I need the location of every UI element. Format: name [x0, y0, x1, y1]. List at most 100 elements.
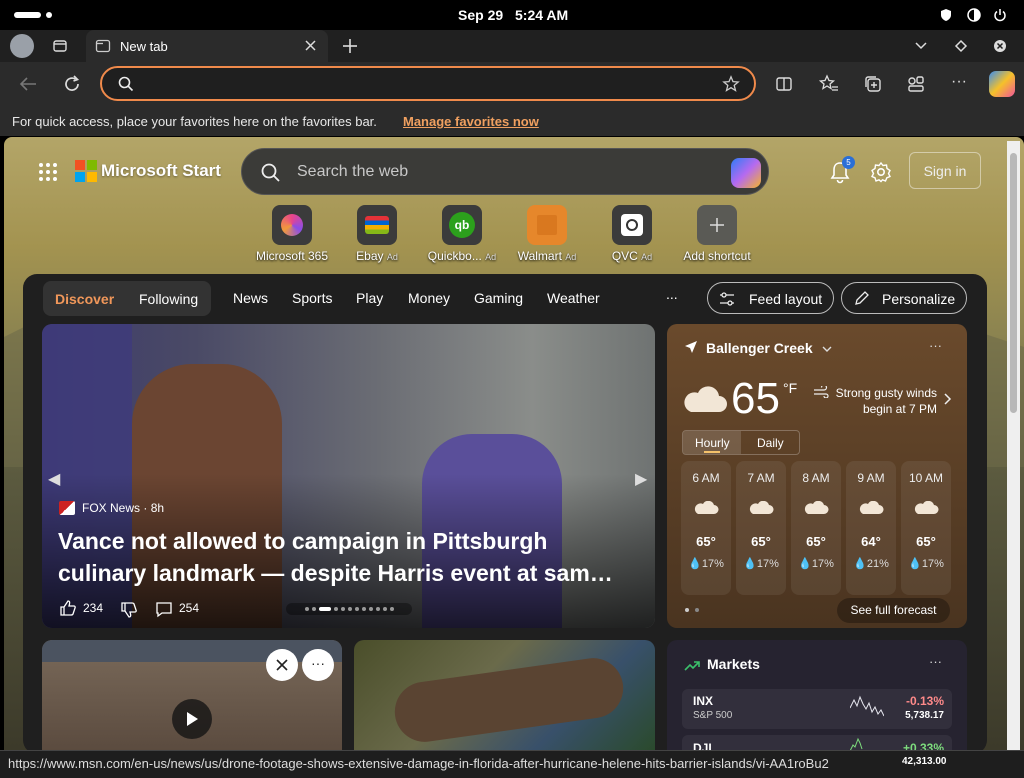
tab-following[interactable]: Following	[139, 291, 198, 307]
markets-more-icon[interactable]: ···	[929, 654, 942, 669]
chevron-down-icon[interactable]	[821, 342, 833, 360]
nav-sports[interactable]: Sports	[292, 290, 332, 306]
tab-new-tab[interactable]: New tab	[86, 30, 328, 62]
market-symbol: INX	[693, 694, 714, 708]
hero-headline[interactable]: Vance not allowed to campaign in Pittsbu…	[58, 525, 613, 589]
markets-card[interactable]: Markets ··· INX S&P 500 -0.13% 5,738.17 …	[667, 640, 967, 750]
nav-more[interactable]: ...	[666, 286, 678, 302]
brightness-icon[interactable]	[966, 7, 982, 23]
sign-in-button[interactable]: Sign in	[909, 152, 981, 189]
hourly-forecast-item[interactable]: 6 AM 65° 💧17%	[681, 461, 731, 595]
chevron-right-icon[interactable]	[943, 392, 953, 411]
microsoft-365-icon	[272, 205, 312, 245]
pager-dot[interactable]	[685, 608, 689, 612]
collections-icon[interactable]	[863, 74, 883, 99]
market-change: -0.13%	[905, 694, 944, 708]
hourly-forecast-item[interactable]: 9 AM 64° 💧21%	[846, 461, 896, 595]
shortcut-ebay[interactable]: Ebay Ad	[337, 205, 417, 263]
cloud-icon	[749, 500, 774, 514]
nav-money[interactable]: Money	[408, 290, 450, 306]
nav-weather[interactable]: Weather	[547, 290, 600, 306]
hero-article[interactable]: ◀ ▶ FOX News · 8h Vance not allowed to c…	[42, 324, 655, 628]
shortcut-qvc[interactable]: QVC Ad	[592, 205, 672, 263]
hour-precip: 💧17%	[798, 558, 834, 570]
new-tab-button[interactable]	[340, 36, 360, 56]
profile-avatar[interactable]	[10, 34, 34, 58]
next-arrow-icon[interactable]: ▶	[635, 469, 647, 489]
power-icon[interactable]	[992, 7, 1008, 23]
system-time[interactable]: 5:24 AM	[515, 7, 568, 23]
nav-news[interactable]: News	[233, 290, 268, 306]
news-card[interactable]	[354, 640, 655, 750]
tab-list-chevron-icon[interactable]	[914, 39, 928, 58]
tab-indicator	[704, 451, 720, 453]
weather-card[interactable]: Ballenger Creek ··· 65 °F Strong gusty w…	[667, 324, 967, 628]
nav-gaming[interactable]: Gaming	[474, 290, 523, 306]
like-count: 234	[83, 601, 104, 615]
carousel-dots[interactable]	[286, 603, 412, 615]
cloud-icon	[914, 500, 939, 514]
copilot-search-icon[interactable]	[731, 158, 761, 188]
window-close-icon[interactable]	[993, 39, 1007, 58]
more-options-icon[interactable]: ···	[951, 73, 967, 91]
nav-play[interactable]: Play	[356, 290, 383, 306]
weather-unit[interactable]: °F	[783, 380, 797, 396]
shield-icon[interactable]	[938, 7, 954, 23]
dislike-icon[interactable]	[120, 601, 138, 624]
split-screen-icon[interactable]	[775, 75, 793, 98]
see-full-forecast-button[interactable]: See full forecast	[837, 598, 950, 623]
video-card[interactable]: ···	[42, 640, 342, 750]
shortcut-walmart[interactable]: Walmart Ad	[507, 205, 587, 263]
extensions-icon[interactable]	[906, 74, 926, 99]
favorites-icon[interactable]	[818, 74, 839, 99]
back-icon[interactable]	[18, 75, 38, 98]
weather-more-icon[interactable]: ···	[929, 338, 942, 353]
card-more-icon[interactable]: ···	[302, 649, 334, 681]
new-tab-page: Microsoft Start Search the web 5 Sign in…	[4, 137, 1024, 750]
market-row[interactable]: INX S&P 500 -0.13% 5,738.17	[682, 689, 952, 729]
prev-arrow-icon[interactable]: ◀	[48, 469, 60, 489]
refresh-icon[interactable]	[62, 74, 82, 99]
like-icon[interactable]	[59, 599, 77, 622]
settings-gear-icon[interactable]	[870, 161, 892, 188]
hourly-forecast-item[interactable]: 7 AM 65° 💧17%	[736, 461, 786, 595]
comment-icon[interactable]	[155, 600, 173, 623]
favorite-star-icon[interactable]	[722, 75, 740, 98]
hour-precip: 💧17%	[908, 558, 944, 570]
scrollbar-thumb[interactable]	[1010, 153, 1017, 413]
weather-location[interactable]: Ballenger Creek	[706, 340, 813, 356]
manage-favorites-link[interactable]: Manage favorites now	[403, 114, 539, 129]
hour-time: 10 AM	[908, 471, 944, 485]
activities-indicator[interactable]	[14, 12, 41, 18]
brand-title[interactable]: Microsoft Start	[101, 161, 221, 181]
pager-dot[interactable]	[695, 608, 699, 612]
play-icon[interactable]	[172, 699, 212, 739]
add-shortcut-button[interactable]: Add shortcut	[677, 205, 757, 263]
copilot-icon[interactable]	[989, 71, 1015, 97]
close-tab-icon[interactable]	[304, 39, 317, 57]
personalize-button[interactable]: Personalize	[841, 282, 967, 314]
hero-age: 8h	[150, 501, 165, 515]
tab-discover[interactable]: Discover	[55, 291, 114, 307]
app-launcher-icon[interactable]	[38, 162, 58, 187]
sparkline-chart	[850, 737, 863, 750]
web-search-box[interactable]: Search the web	[241, 148, 769, 195]
feed-layout-button[interactable]: Feed layout	[707, 282, 834, 314]
window-diamond-icon[interactable]	[954, 39, 968, 58]
shortcut-quickbooks[interactable]: qb Quickbo... Ad	[422, 205, 502, 263]
markets-title[interactable]: Markets	[707, 656, 760, 672]
dismiss-icon[interactable]	[266, 649, 298, 681]
system-date[interactable]: Sep 29	[458, 7, 503, 23]
hourly-forecast-item[interactable]: 10 AM 65° 💧17%	[901, 461, 951, 595]
tab-actions-icon[interactable]	[52, 38, 68, 54]
page-scrollbar[interactable]	[1007, 141, 1020, 750]
shortcut-microsoft-365[interactable]: Microsoft 365	[252, 205, 332, 263]
feed-toggle: Discover Following	[43, 281, 211, 316]
tab-daily[interactable]: Daily	[757, 436, 784, 450]
weather-alert[interactable]: Strong gusty winds begin at 7 PM	[833, 385, 937, 417]
address-bar[interactable]	[100, 66, 756, 101]
hourly-forecast-item[interactable]: 8 AM 65° 💧17%	[791, 461, 841, 595]
pencil-icon	[854, 290, 870, 311]
market-row[interactable]: DJI +0.33%	[682, 735, 952, 750]
workspace-dot	[46, 12, 52, 18]
